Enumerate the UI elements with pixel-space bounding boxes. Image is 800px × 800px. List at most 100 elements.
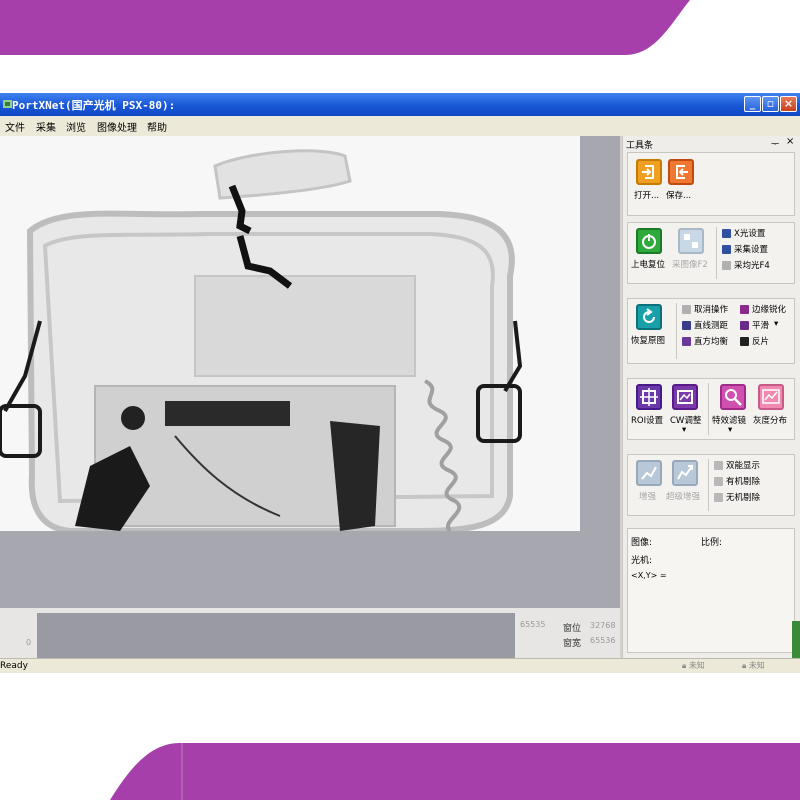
separator — [708, 383, 709, 435]
invert-button[interactable]: 反片 — [752, 335, 769, 347]
smooth-icon — [740, 321, 749, 330]
status-text: Ready — [0, 661, 28, 671]
xray-image — [0, 136, 580, 531]
dual-display-icon — [714, 461, 723, 470]
menu-file[interactable]: 文件 — [5, 119, 25, 134]
histogram-bar[interactable] — [37, 613, 515, 658]
acquire-group: 上电复位 采图像F2 X光设置 采集设置 采均光F4 — [627, 222, 795, 284]
inorganic-remove-icon — [714, 493, 723, 502]
xray-settings-icon — [722, 229, 731, 238]
close-button[interactable]: × — [780, 96, 797, 112]
window-width-value: 65536 — [590, 636, 616, 645]
cw-dropdown-icon[interactable]: ▾ — [682, 425, 686, 435]
window-width-label: 窗宽 — [563, 639, 582, 649]
enhance-icon — [641, 466, 657, 480]
capture-settings-icon — [722, 245, 731, 254]
enhance-label: 增强 — [639, 492, 657, 502]
roi-label: ROI设置 — [631, 416, 664, 426]
title-bar: PortXNet(国产光机 PSX-80): _ ▫ × — [0, 93, 800, 116]
open-icon — [642, 165, 654, 179]
effects-dropdown-icon[interactable]: ▾ — [728, 425, 732, 435]
power-icon — [642, 234, 656, 249]
app-window: PortXNet(国产光机 PSX-80): _ ▫ × 文件 采集 浏览 图像… — [0, 93, 800, 673]
enhance-group: 增强 超级增强 双能显示 有机剔除 无机剔除 — [627, 454, 795, 516]
capture-icon — [684, 234, 698, 248]
panel-close-icon[interactable]: × — [786, 136, 794, 147]
status-slot-2: 🔒︎ 未知 — [742, 660, 765, 672]
separator — [716, 227, 717, 279]
inorganic-remove-button: 无机剔除 — [726, 493, 761, 503]
roi-button[interactable] — [636, 384, 662, 410]
enhance-button — [636, 460, 662, 486]
xray-image-viewer[interactable] — [0, 136, 580, 531]
machine-info-label: 光机: — [631, 556, 653, 566]
effects-filter-button[interactable] — [720, 384, 746, 410]
window-level-value: 32768 — [590, 621, 616, 630]
menu-bar: 文件 采集 浏览 图像处理 帮助 — [0, 116, 800, 136]
minimize-button[interactable]: _ — [744, 96, 761, 112]
minimize-icon: _ — [749, 97, 756, 110]
line-measure-button[interactable]: 直线测距 — [694, 319, 728, 331]
gray-distribution-label: 灰度分布 — [753, 416, 788, 426]
hist-equalize-icon — [682, 337, 691, 346]
status-slot-1: 🔒︎ 未知 — [682, 660, 705, 672]
smooth-button[interactable]: 平滑 — [752, 319, 769, 331]
coordinate-readout: <X,Y> = — [631, 571, 667, 580]
line-measure-icon — [682, 321, 691, 330]
scale-info-label: 比例: — [701, 538, 723, 548]
window-title: PortXNet(国产光机 PSX-80): — [12, 99, 176, 112]
open-button[interactable] — [636, 159, 662, 185]
super-enhance-label: 超级增强 — [666, 492, 701, 502]
tool-panel-title: 工具条 — [626, 141, 654, 151]
hist-equalize-button[interactable]: 直方均衡 — [694, 335, 728, 347]
top-purple-band — [0, 0, 690, 55]
power-reset-label: 上电复位 — [631, 260, 666, 270]
roi-icon — [640, 388, 658, 406]
separator — [676, 303, 677, 359]
pin-icon[interactable]: ᅮ — [771, 137, 779, 150]
smooth-dropdown-icon[interactable]: ▾ — [774, 319, 778, 329]
status-slot-1-text: 未知 — [688, 661, 705, 670]
capture-button — [678, 228, 704, 254]
histogram-max: 65535 — [520, 620, 546, 629]
edge-sharpen-button[interactable]: 边缘锐化 — [752, 303, 786, 315]
menu-help[interactable]: 帮助 — [147, 119, 167, 134]
open-label: 打开... — [634, 191, 660, 201]
bottom-purple-band — [110, 743, 800, 800]
histogram-min: 0 — [26, 638, 32, 647]
restore-icon: ▫ — [766, 97, 775, 110]
file-group: 打开... 保存... — [627, 152, 795, 216]
status-slot-2-text: 未知 — [748, 661, 765, 670]
lock-icon: 🔒︎ — [682, 661, 687, 670]
restore-label: 恢复原图 — [631, 336, 666, 346]
gray-distribution-button[interactable] — [758, 384, 784, 410]
organic-remove-icon — [714, 477, 723, 486]
status-bar: Ready 🔒︎ 未知 🔒︎ 未知 — [0, 658, 800, 673]
separator — [708, 459, 709, 511]
info-area: 图像: 比例: 光机: <X,Y> = — [627, 528, 795, 653]
image-info-label: 图像: — [631, 538, 653, 548]
save-button[interactable] — [668, 159, 694, 185]
calibrate-icon — [722, 261, 731, 270]
super-enhance-icon — [677, 465, 693, 480]
power-reset-button[interactable] — [636, 228, 662, 254]
xray-settings-button[interactable]: X光设置 — [734, 227, 765, 239]
super-enhance-button — [672, 460, 698, 486]
window-level-label: 窗位 — [563, 624, 582, 634]
cw-adjust-button[interactable] — [672, 384, 698, 410]
restore-button[interactable] — [636, 304, 662, 330]
menu-acquire[interactable]: 采集 — [36, 119, 56, 134]
magnifier-icon — [725, 389, 742, 406]
side-scroll-handle[interactable] — [792, 621, 800, 658]
tool-panel: 工具条 ᅮ × 打开... 保存... 上电复位 采图像F2 X光设置 采集设置… — [622, 136, 800, 658]
save-label: 保存... — [666, 191, 692, 201]
maximize-button[interactable]: ▫ — [762, 96, 779, 112]
menu-browse[interactable]: 浏览 — [66, 119, 86, 134]
calibrate-button: 采均光F4 — [734, 261, 770, 271]
invert-icon — [740, 337, 749, 346]
process-group: 恢复原图 取消操作 直线测距 直方均衡 边缘锐化 平滑 ▾ 反片 — [627, 298, 795, 364]
dual-display-button: 双能显示 — [726, 461, 761, 471]
capture-settings-button[interactable]: 采集设置 — [734, 243, 768, 255]
menu-image-processing[interactable]: 图像处理 — [97, 119, 137, 134]
undo-icon — [682, 305, 691, 314]
